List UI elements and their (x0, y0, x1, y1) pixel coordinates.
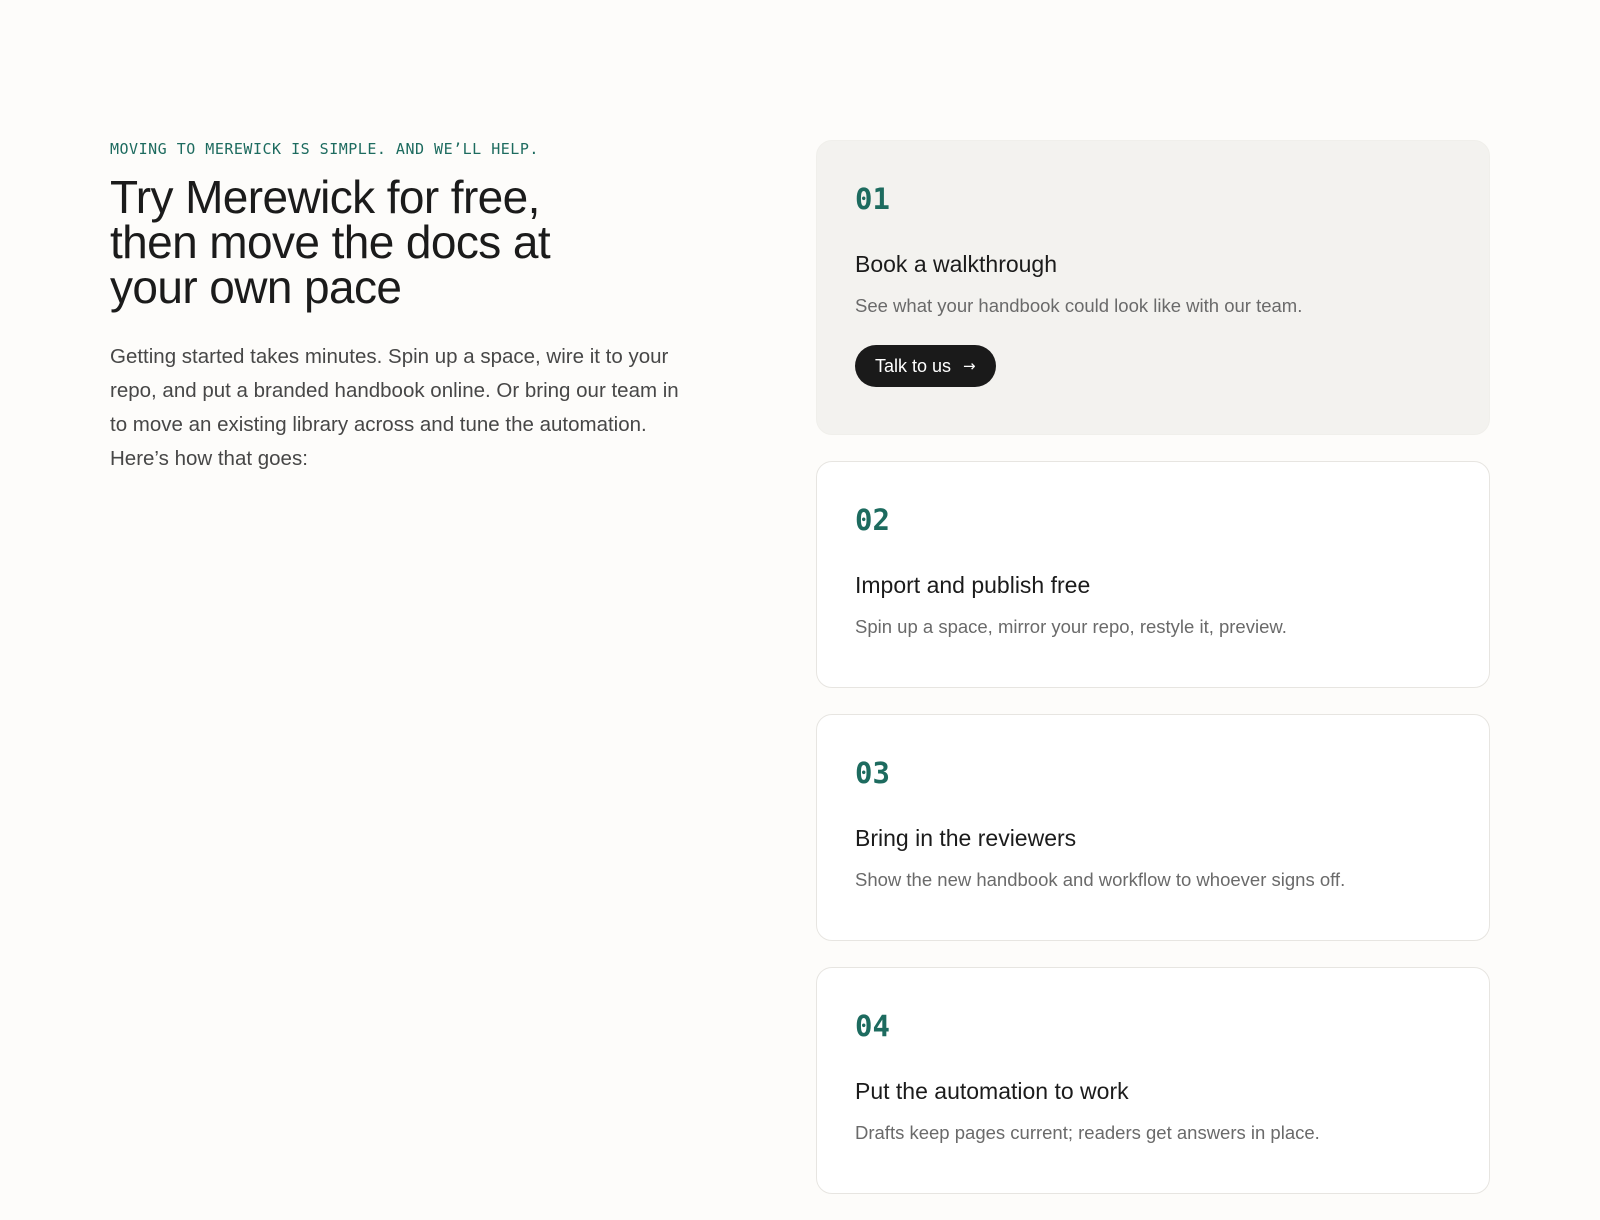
step-description: Show the new handbook and workflow to wh… (855, 869, 1346, 890)
hero-section: MOVING TO MEREWICK IS SIMPLE. AND WE’LL … (110, 139, 690, 476)
step-title: Book a walkthrough (855, 251, 1058, 277)
step-title: Bring in the reviewers (855, 825, 1077, 851)
step-card-2: 02 Import and publish free Spin up a spa… (816, 461, 1490, 688)
step-title: Put the automation to work (855, 1078, 1129, 1104)
step-card-3: 03 Bring in the reviewers Show the new h… (816, 714, 1490, 941)
step-description: Drafts keep pages current; readers get a… (855, 1122, 1320, 1143)
eyebrow-text: MOVING TO MEREWICK IS SIMPLE. AND WE’LL … (110, 140, 539, 158)
intro-paragraph: Getting started takes minutes. Spin up a… (110, 345, 679, 470)
arrow-right-icon: → (963, 357, 976, 375)
talk-to-us-label: Talk to us (875, 355, 952, 376)
step-card-1: 01 Book a walkthrough See what your hand… (816, 140, 1490, 435)
step-description: See what your handbook could look like w… (855, 295, 1303, 316)
step-number: 03 (855, 756, 890, 790)
step-title: Import and publish free (855, 572, 1091, 598)
step-number: 01 (855, 182, 890, 216)
step-description: Spin up a space, mirror your repo, resty… (855, 616, 1287, 637)
step-number: 04 (855, 1009, 890, 1043)
page-title: Try Merewick for free, then move the doc… (110, 171, 551, 313)
steps-list: 01 Book a walkthrough See what your hand… (816, 140, 1490, 1220)
step-number: 02 (855, 503, 890, 537)
talk-to-us-button[interactable]: Talk to us → (855, 345, 996, 387)
step-card-4: 04 Put the automation to work Drafts kee… (816, 967, 1490, 1194)
